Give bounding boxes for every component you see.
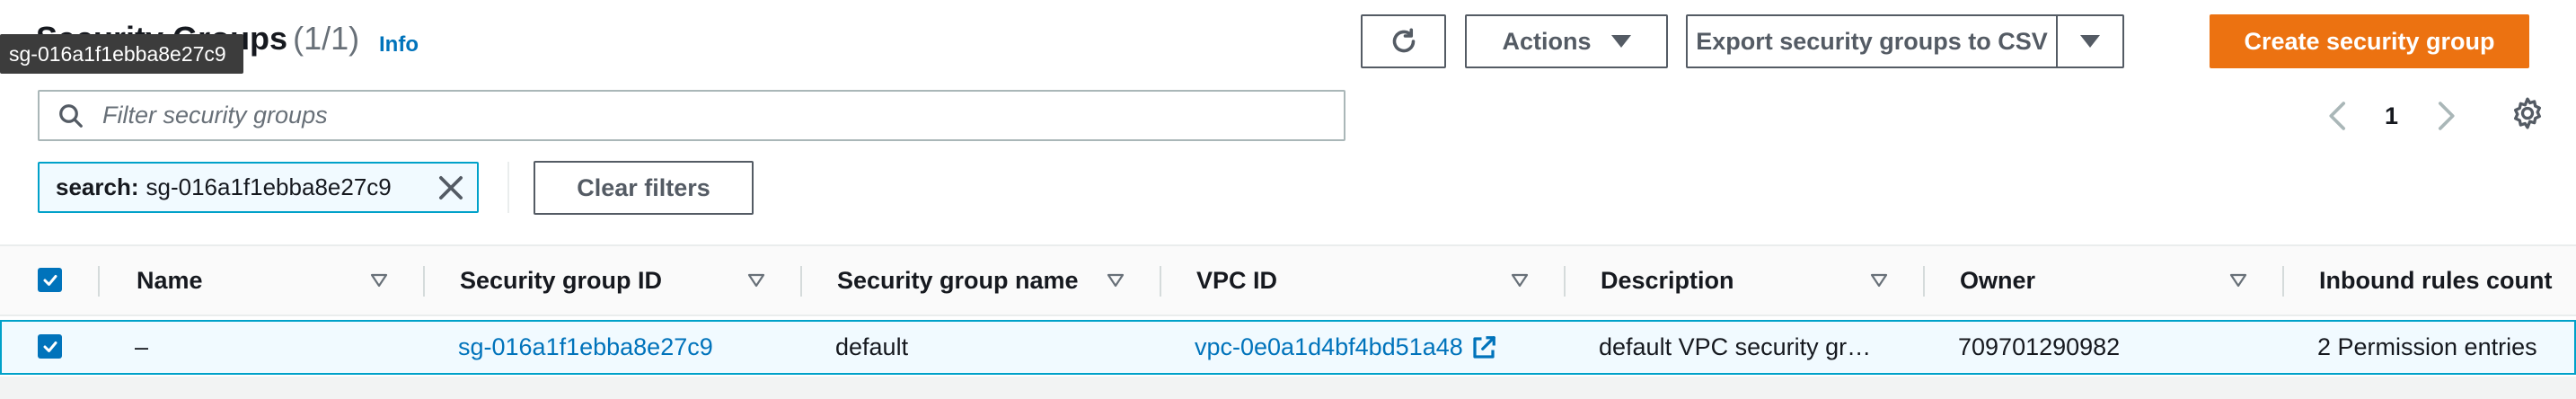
select-all-checkbox[interactable]: [38, 268, 62, 292]
actions-label: Actions: [1502, 27, 1592, 55]
next-page-button[interactable]: [2434, 93, 2457, 138]
chevron-right-icon: [2438, 102, 2455, 130]
cell-security-group-id-link[interactable]: sg-016a1f1ebba8e27c9: [458, 322, 713, 373]
cell-inbound-rules-count: 2 Permission entries: [2317, 333, 2537, 360]
refresh-icon: [1392, 28, 1415, 53]
row-checkbox[interactable]: [38, 334, 62, 359]
create-security-group-button[interactable]: Create security group: [2210, 14, 2529, 68]
clear-filters-button[interactable]: Clear filters: [534, 161, 754, 215]
column-header-name[interactable]: Name: [137, 246, 203, 315]
column-separator: [800, 266, 802, 297]
chevron-left-icon: [2329, 102, 2346, 130]
sort-icon[interactable]: [1107, 273, 1125, 288]
table-footer-area: [0, 377, 2576, 399]
close-icon: [439, 176, 463, 200]
cell-security-group-name: default: [835, 333, 909, 360]
caret-down-icon: [1610, 35, 1631, 48]
actions-button[interactable]: Actions: [1465, 14, 1668, 68]
column-separator: [423, 266, 425, 297]
refresh-button[interactable]: [1361, 14, 1446, 68]
sort-icon[interactable]: [370, 273, 388, 288]
cell-description: default VPC security gr…: [1599, 333, 1872, 360]
table-row[interactable]: – sg-016a1f1ebba8e27c9 default vpc-0e0a1…: [0, 320, 2576, 375]
column-separator: [1923, 266, 1925, 297]
check-icon: [43, 274, 57, 286]
search-icon: [59, 103, 83, 128]
gear-icon: [2514, 97, 2541, 129]
filter-token: search: sg-016a1f1ebba8e27c9: [38, 162, 479, 213]
selection-count: (1/1): [293, 20, 360, 57]
info-link[interactable]: Info: [379, 32, 419, 58]
column-separator: [1160, 266, 1161, 297]
preferences-button[interactable]: [2510, 95, 2545, 136]
filter-token-value: sg-016a1f1ebba8e27c9: [146, 173, 392, 200]
column-separator: [98, 266, 100, 297]
sort-icon[interactable]: [1870, 273, 1888, 288]
export-dropdown-button[interactable]: [2056, 16, 2122, 66]
previous-page-button[interactable]: [2326, 93, 2350, 138]
caret-down-icon: [2080, 35, 2100, 48]
toolbar-divider: [507, 162, 509, 213]
current-page-number[interactable]: 1: [2385, 93, 2398, 138]
filter-token-key: search:: [56, 173, 139, 200]
column-header-description[interactable]: Description: [1601, 246, 1734, 315]
sort-icon[interactable]: [747, 273, 765, 288]
column-separator: [1564, 266, 1566, 297]
cell-name: –: [135, 333, 149, 360]
tooltip: sg-016a1f1ebba8e27c9: [0, 34, 243, 74]
cell-vpc-id-link[interactable]: vpc-0e0a1d4bf4bd51a48: [1195, 322, 1497, 373]
search-input[interactable]: [101, 101, 1268, 130]
external-link-icon: [1473, 335, 1495, 359]
filter-search-box[interactable]: [38, 90, 1345, 141]
column-header-security-group-name[interactable]: Security group name: [837, 246, 1079, 315]
sort-icon[interactable]: [1511, 273, 1529, 288]
column-header-security-group-id[interactable]: Security group ID: [460, 246, 662, 315]
column-header-inbound-rules-count[interactable]: Inbound rules count: [2319, 246, 2552, 315]
cell-owner: 709701290982: [1958, 333, 2121, 360]
column-separator: [2282, 266, 2284, 297]
check-icon: [43, 341, 57, 352]
table-header: Name Security group ID Security group na…: [0, 244, 2576, 316]
export-csv-button[interactable]: Export security groups to CSV: [1686, 14, 2124, 68]
column-header-owner[interactable]: Owner: [1960, 246, 2035, 315]
vpc-id-text: vpc-0e0a1d4bf4bd51a48: [1195, 333, 1463, 360]
remove-filter-button[interactable]: [434, 171, 468, 211]
sort-icon[interactable]: [2229, 273, 2247, 288]
column-header-vpc-id[interactable]: VPC ID: [1196, 246, 1277, 315]
